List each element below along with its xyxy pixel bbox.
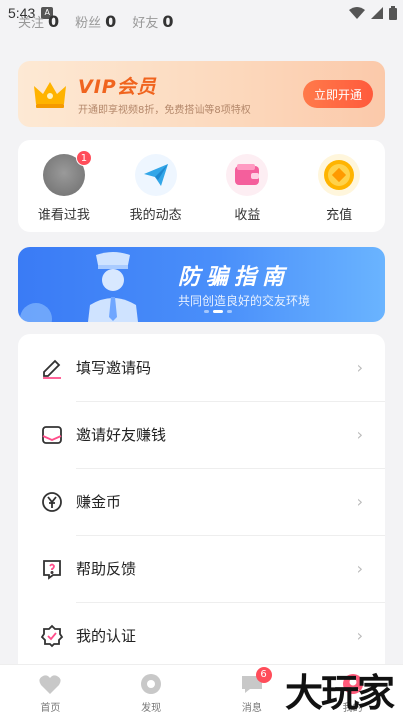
stat-label: 粉丝 [75, 16, 102, 31]
stats-row: 关注 0 粉丝 0 好友 0 [18, 12, 173, 31]
paper-plane-icon [134, 154, 177, 196]
quick-item-recharge[interactable]: 充值 [299, 154, 379, 223]
nav-label: 首页 [40, 703, 61, 714]
menu-item-label: 赚金币 [76, 493, 122, 511]
status-icons [349, 6, 397, 20]
stat-value: 0 [48, 12, 60, 31]
wallet-icon [226, 154, 269, 196]
menu-list: 填写邀请码 › 邀请好友赚钱 › 赚金币 › 帮助反馈 › 我的认证 › [18, 334, 385, 674]
menu-item-label: 邀请好友赚钱 [76, 426, 167, 444]
vip-title: VIP会员 [78, 76, 157, 98]
pagination-dot [204, 310, 209, 313]
anti-fraud-banner[interactable]: 防骗指南 共同创造良好的交友环境 [18, 247, 385, 322]
nav-home[interactable]: 首页 [0, 665, 101, 718]
banner-pagination [204, 310, 232, 313]
menu-item-earn-coins[interactable]: 赚金币 › [18, 468, 385, 535]
signal-icon [371, 7, 383, 19]
vip-card[interactable]: VIP会员 开通即享视频8折，免费搭讪等8项特权 立即开通 [18, 61, 385, 127]
menu-item-label: 我的认证 [76, 627, 137, 645]
stat-following[interactable]: 关注 0 [18, 12, 59, 31]
vip-subtitle: 开通即享视频8折，免费搭讪等8项特权 [78, 105, 251, 116]
stat-label: 关注 [18, 16, 45, 31]
heart-icon [38, 673, 62, 695]
stat-friends[interactable]: 好友 0 [132, 12, 173, 31]
wifi-icon [349, 7, 365, 19]
menu-item-label: 帮助反馈 [76, 560, 137, 578]
nav-discover[interactable]: 发现 [101, 665, 202, 718]
help-icon [40, 557, 64, 581]
quick-item-visitors[interactable]: 1 谁看过我 [24, 150, 104, 223]
quick-item-moments[interactable]: 我的动态 [116, 154, 196, 223]
visitors-badge: 1 [75, 150, 92, 166]
stat-fans[interactable]: 粉丝 0 [75, 12, 116, 31]
coin-icon [318, 154, 361, 196]
chevron-right-icon: › [356, 425, 363, 444]
watermark-logo: 大玩家 [284, 670, 395, 715]
quick-item-label: 我的动态 [129, 208, 182, 223]
quick-item-earnings[interactable]: 收益 [207, 154, 287, 223]
pagination-dot-active [213, 310, 223, 313]
police-officer-icon [20, 252, 138, 322]
menu-item-verification[interactable]: 我的认证 › [18, 602, 385, 669]
quick-item-label: 谁看过我 [37, 208, 90, 223]
stat-label: 好友 [132, 16, 159, 31]
envelope-icon [40, 423, 64, 447]
banner-title: 防骗指南 [178, 265, 291, 290]
pen-icon [40, 356, 64, 380]
messages-badge: 6 [255, 667, 272, 683]
stat-value: 0 [162, 12, 174, 31]
verified-badge-icon [40, 624, 64, 648]
discover-icon [139, 673, 163, 695]
menu-item-help-feedback[interactable]: 帮助反馈 › [18, 535, 385, 602]
banner-subtitle: 共同创造良好的交友环境 [178, 294, 311, 308]
chevron-right-icon: › [356, 358, 363, 377]
chevron-right-icon: › [356, 626, 363, 645]
nav-label: 发现 [141, 703, 162, 714]
nav-label: 消息 [241, 703, 262, 714]
battery-icon [389, 6, 397, 20]
vip-open-button[interactable]: 立即开通 [303, 80, 373, 108]
quick-item-label: 充值 [326, 208, 353, 223]
quick-actions-card: 1 谁看过我 我的动态 收益 充值 [18, 140, 385, 232]
menu-item-invite-friends[interactable]: 邀请好友赚钱 › [18, 401, 385, 468]
crown-icon [34, 82, 66, 108]
quick-item-label: 收益 [234, 208, 261, 223]
menu-item-invite-code[interactable]: 填写邀请码 › [18, 334, 385, 401]
menu-item-label: 填写邀请码 [76, 359, 152, 377]
chevron-right-icon: › [356, 559, 363, 578]
yen-coin-icon [40, 490, 64, 514]
pagination-dot [227, 310, 232, 313]
vip-text: VIP会员 开通即享视频8折，免费搭讪等8项特权 [78, 72, 251, 116]
chevron-right-icon: › [356, 492, 363, 511]
stat-value: 0 [105, 12, 117, 31]
